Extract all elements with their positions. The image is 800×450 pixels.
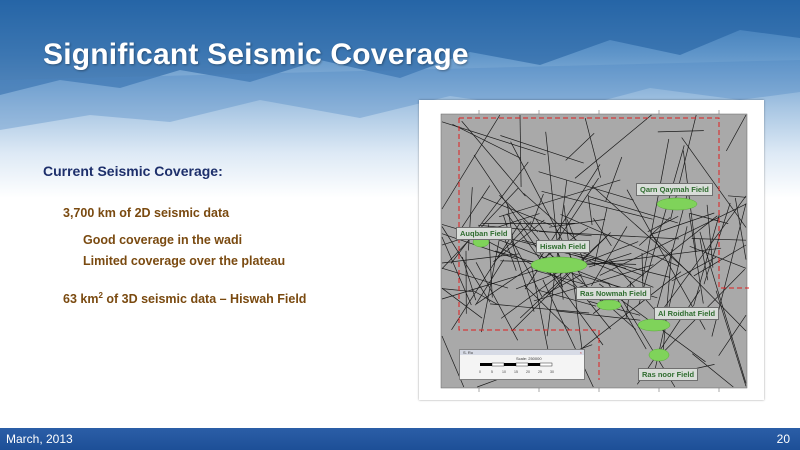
page-number: 20 xyxy=(776,432,790,446)
bullet-3d-suffix: of 3D seismic data – Hiswah Field xyxy=(102,292,307,307)
scale-dialog-scale: Scale: 250000 xyxy=(516,356,542,361)
field-label-qarn-qaymah: Qarn Qaymah Field xyxy=(636,183,713,196)
bullet-plateau-coverage: Limited coverage over the plateau xyxy=(83,254,286,268)
seismic-map: Qarn Qaymah Field Auqban Field Hiswah Fi… xyxy=(419,100,764,400)
field-polygon-hiswah xyxy=(530,256,588,274)
scale-tick-label: 25 xyxy=(538,370,542,374)
field-label-hiswah: Hiswah Field xyxy=(536,240,590,253)
field-label-auqban: Auqban Field xyxy=(456,227,512,240)
scale-tick-label: 15 xyxy=(514,370,518,374)
field-label-ras-nowmah: Ras Nowmah Field xyxy=(576,287,651,300)
scale-tick-label: 10 xyxy=(502,370,506,374)
field-polygon-al-roidhat xyxy=(637,318,671,332)
slide: Significant Seismic Coverage Current Sei… xyxy=(0,0,800,450)
scale-dialog-header xyxy=(460,350,584,355)
slide-title: Significant Seismic Coverage xyxy=(43,38,469,71)
bullet-2d-seismic: 3,700 km of 2D seismic data xyxy=(63,206,230,220)
bullet-3d-seismic: 63 km2 of 3D seismic data – Hiswah Field xyxy=(63,291,306,306)
scale-tick-label: 30 xyxy=(550,370,554,374)
scale-tick-label: 20 xyxy=(526,370,530,374)
close-icon[interactable]: × xyxy=(580,350,582,355)
scale-bar-graphic xyxy=(480,362,553,367)
scale-dialog: S. Ro × Scale: 250000 0 5 10 15 20 25 30 xyxy=(459,349,585,380)
footer-date: March, 2013 xyxy=(6,432,73,446)
scale-tick-label: 5 xyxy=(491,370,493,374)
bullet-wadi-coverage: Good coverage in the wadi xyxy=(83,233,243,247)
section-heading: Current Seismic Coverage: xyxy=(43,163,223,179)
bullet-3d-prefix: 63 km xyxy=(63,292,99,307)
scale-tick-label: 0 xyxy=(479,370,481,374)
field-label-ras-noor: Ras noor Field xyxy=(638,368,699,381)
field-polygon-ras-nowmah xyxy=(596,299,622,311)
field-polygon-qarn-qaymah xyxy=(656,197,698,211)
field-label-al-roidhat: Al Roidhat Field xyxy=(654,307,720,320)
footer-bar: March, 2013 20 xyxy=(0,428,800,450)
scale-dialog-title: S. Ro xyxy=(463,350,474,355)
field-polygon-ras-noor xyxy=(648,348,670,362)
